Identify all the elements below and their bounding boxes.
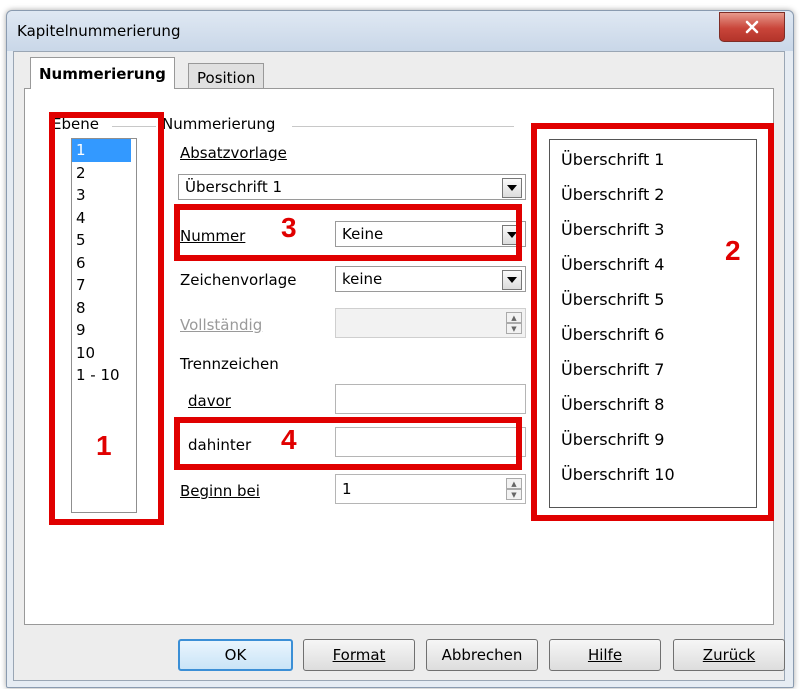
- hilfe-button[interactable]: Hilfe: [549, 639, 661, 671]
- spin-down-icon[interactable]: ▼: [506, 323, 522, 334]
- zurueck-button[interactable]: Zurück: [673, 639, 785, 671]
- annotation-number-4: 4: [281, 424, 297, 455]
- dropdown-arrow-icon[interactable]: [502, 270, 522, 290]
- annotation-box-3: [174, 204, 522, 261]
- davor-input[interactable]: [335, 384, 526, 414]
- dropdown-arrow-icon[interactable]: [502, 178, 522, 198]
- vollstaendig-label-text: Vollständig: [180, 316, 263, 334]
- absatzvorlage-label: Absatzvorlage: [180, 144, 287, 162]
- hilfe-button-label: Hilfe: [587, 646, 623, 664]
- tab-position[interactable]: Position: [188, 63, 265, 91]
- annotation-box-2: [531, 123, 774, 521]
- close-button[interactable]: [719, 12, 785, 42]
- zeichenvorlage-select[interactable]: keine: [335, 266, 526, 292]
- davor-label: davor: [188, 392, 231, 410]
- annotation-number-1: 1: [96, 430, 112, 461]
- beginn-spinbox[interactable]: 1 ▲ ▼: [335, 474, 526, 504]
- ok-button[interactable]: OK: [178, 639, 293, 671]
- zurueck-button-label: Zurück: [702, 646, 756, 664]
- spin-buttons[interactable]: ▲ ▼: [506, 478, 522, 500]
- tab-nummerierung[interactable]: Nummerierung: [30, 57, 175, 89]
- format-button-label: Format: [332, 646, 386, 664]
- absatzvorlage-select[interactable]: Überschrift 1: [178, 174, 526, 200]
- format-button[interactable]: Format: [303, 639, 415, 671]
- spin-up-icon[interactable]: ▲: [506, 478, 522, 489]
- window-title: Kapitelnummerierung: [17, 22, 181, 40]
- numbering-group-label: Nummerierung: [160, 115, 278, 133]
- spin-up-icon[interactable]: ▲: [506, 312, 522, 323]
- annotation-box-4: [174, 417, 522, 470]
- annotation-box-1: [49, 112, 164, 525]
- absatzvorlage-label-text: Absatzvorlage: [180, 144, 287, 162]
- zeichenvorlage-value: keine: [342, 270, 383, 288]
- annotation-number-2: 2: [725, 235, 741, 266]
- beginn-value: 1: [342, 480, 352, 498]
- absatzvorlage-value: Überschrift 1: [185, 178, 283, 196]
- abbrechen-button[interactable]: Abbrechen: [426, 639, 538, 671]
- davor-label-text: davor: [188, 392, 231, 410]
- annotation-number-3: 3: [281, 212, 297, 243]
- beginn-label: Beginn bei: [180, 482, 260, 500]
- vollstaendig-label: Vollständig: [180, 316, 262, 334]
- group-divider: [292, 126, 514, 127]
- trennzeichen-label: Trennzeichen: [180, 355, 279, 373]
- beginn-label-text: Beginn bei: [180, 482, 260, 500]
- spin-down-icon[interactable]: ▼: [506, 489, 522, 500]
- title-bar[interactable]: Kapitelnummerierung: [7, 11, 793, 51]
- zeichenvorlage-label: Zeichenvorlage: [180, 271, 297, 289]
- close-icon: [745, 20, 759, 34]
- spin-buttons[interactable]: ▲ ▼: [506, 312, 522, 334]
- vollstaendig-spinbox[interactable]: ▲ ▼: [335, 308, 526, 338]
